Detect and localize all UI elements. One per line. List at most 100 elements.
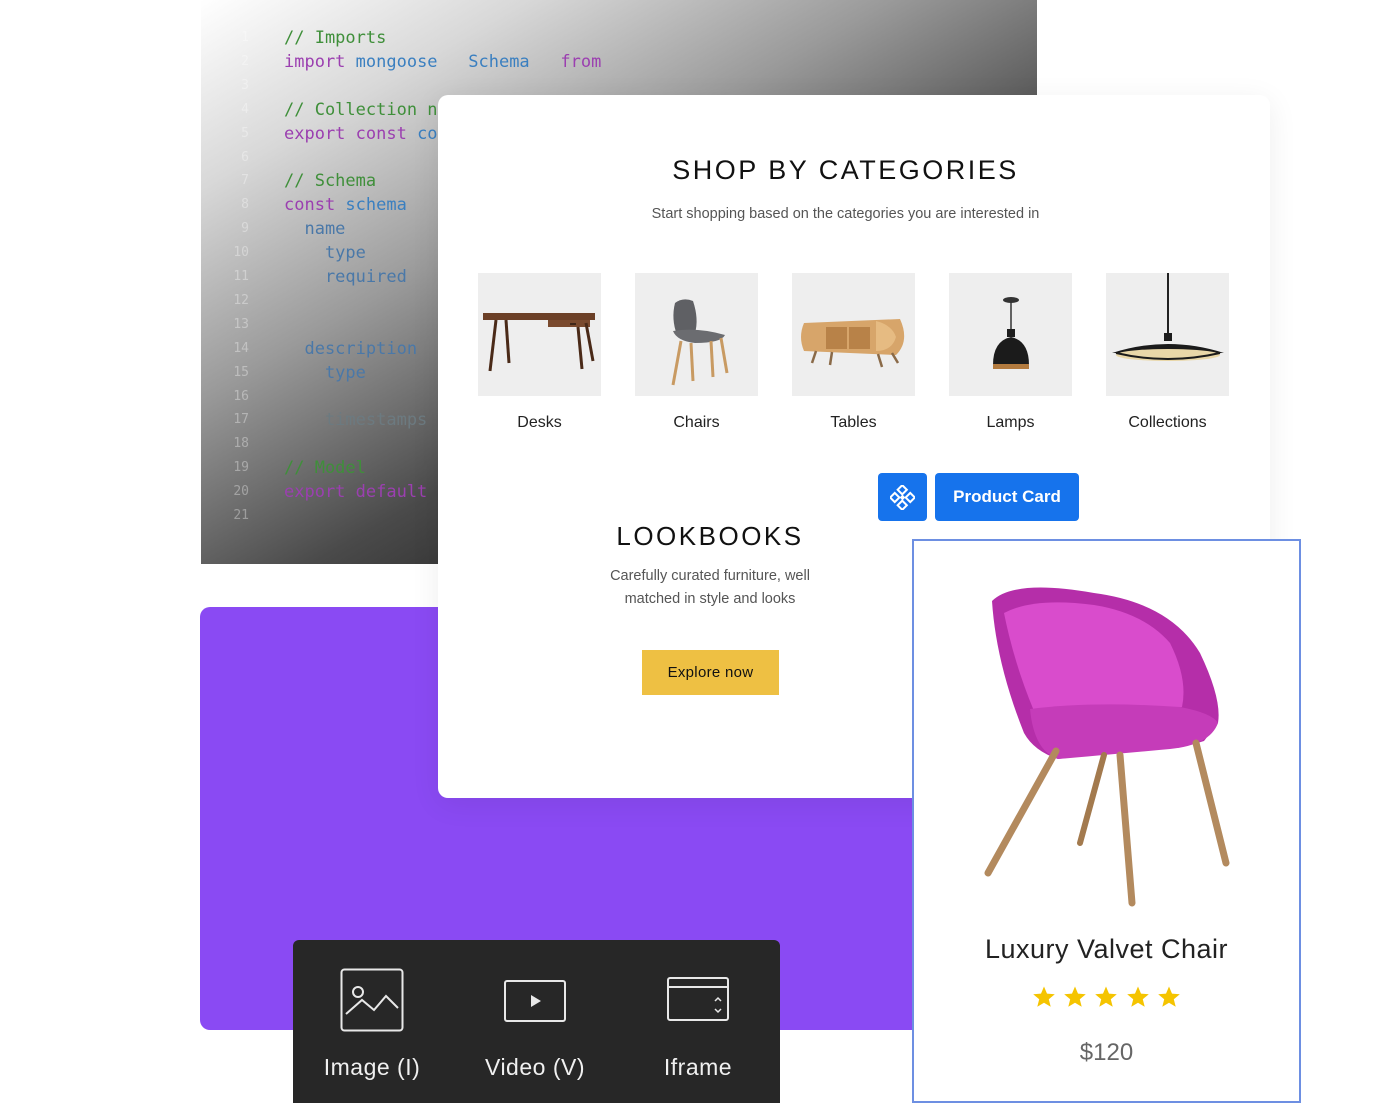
star-rating (1032, 985, 1192, 1013)
code-text: timestamps (284, 408, 427, 432)
star-icon (1095, 986, 1118, 1007)
iframe-icon (667, 977, 729, 1021)
code-token: // Model (284, 458, 366, 479)
chair-product-image[interactable] (974, 583, 1244, 913)
code-token: from (529, 51, 602, 72)
code-text: // Model (284, 456, 366, 480)
code-text: type (284, 361, 366, 385)
code-token: Schema (437, 51, 530, 72)
line-number: 16 (233, 388, 249, 404)
code-token: description (284, 338, 418, 359)
code-token: mongoose (355, 51, 438, 72)
code-line: 2 import mongoose Schema from (201, 50, 1037, 74)
explore-now-button[interactable]: Explore now (642, 650, 779, 695)
table-image[interactable] (792, 273, 915, 396)
product-card[interactable]: Luxury Valvet Chair $120 (912, 539, 1301, 1103)
component-icon-button[interactable] (878, 473, 927, 521)
code-text: type (284, 241, 366, 265)
code-token: schema (345, 195, 407, 216)
line-number: 7 (241, 173, 249, 189)
line-number: 3 (241, 77, 249, 93)
category-collections[interactable]: Collections (1106, 273, 1229, 432)
product-card-tag[interactable]: Product Card (935, 473, 1079, 521)
star-icon (1033, 986, 1055, 1007)
code-token: const (284, 195, 346, 216)
category-lamps[interactable]: Lamps (949, 273, 1072, 432)
video-icon (504, 980, 566, 1022)
product-price: $120 (1079, 1039, 1134, 1066)
code-token: co (417, 123, 438, 144)
line-number: 11 (233, 269, 249, 284)
product-name: Luxury Valvet Chair (984, 934, 1229, 964)
line-number: 21 (233, 508, 249, 523)
category-label: Lamps (986, 414, 1035, 431)
desk-image[interactable] (478, 273, 601, 396)
code-token: // Collection n (284, 99, 438, 120)
category-label: Collections (1128, 414, 1207, 431)
category-chairs[interactable]: Chairs (635, 273, 758, 432)
lamp-image[interactable] (949, 273, 1072, 396)
line-number: 20 (233, 484, 249, 500)
code-text: required (284, 265, 407, 289)
code-token: export const (284, 123, 418, 144)
component-icon (890, 485, 915, 510)
line-number: 8 (241, 197, 249, 213)
code-token: export default (284, 482, 428, 503)
code-text: const schema (284, 193, 407, 217)
shop-subtitle: Start shopping based on the categories y… (651, 206, 1040, 222)
code-text: // Schema (284, 169, 376, 193)
line-number: 5 (241, 125, 249, 141)
line-number: 18 (233, 436, 249, 452)
code-text: name (284, 217, 345, 241)
lookbooks-description: Carefully curated furniture, well matche… (570, 565, 850, 611)
chair-image[interactable] (635, 273, 758, 396)
code-text: // Imports (284, 26, 386, 50)
line-number: 12 (233, 292, 249, 308)
code-text: import mongoose Schema from (284, 50, 601, 74)
code-token: type (284, 243, 366, 264)
code-text: export const co (284, 122, 438, 146)
video-insert-button[interactable]: Video (V) (460, 968, 610, 1081)
code-token: // Schema (284, 171, 377, 192)
code-token: timestamps (284, 410, 428, 431)
code-text: description (284, 337, 417, 361)
star-icon (1126, 986, 1149, 1007)
code-text: export default (284, 480, 427, 504)
video-label: Video (V) (485, 1054, 585, 1080)
image-icon (340, 968, 404, 1032)
lookbooks-description-line: matched in style and looks (624, 591, 796, 607)
code-token: name (284, 219, 346, 240)
line-number: 2 (241, 53, 249, 69)
category-tables[interactable]: Tables (792, 273, 915, 432)
lookbooks-description-line: Carefully curated furniture, well (610, 568, 810, 584)
code-token: required (284, 267, 407, 287)
pendant-lamp-image[interactable] (1106, 273, 1229, 396)
iframe-label: Iframe (663, 1054, 733, 1080)
line-number: 14 (233, 340, 249, 356)
category-label: Chairs (673, 414, 720, 431)
line-number: 15 (233, 364, 249, 380)
star-icon (1157, 986, 1180, 1007)
code-token: type (284, 362, 366, 383)
line-number: 9 (241, 221, 249, 237)
line-number: 17 (233, 412, 249, 428)
line-number: 10 (233, 245, 249, 261)
category-desks[interactable]: Desks (478, 273, 601, 432)
line-number: 1 (241, 30, 249, 45)
line-number: 13 (233, 316, 249, 332)
star-icon (1064, 986, 1086, 1007)
image-label: Image (I) (323, 1054, 421, 1080)
lookbooks-title: LOOKBOOKS (616, 521, 804, 551)
category-label: Desks (517, 414, 562, 431)
media-toolbar: Image (I) Video (V) Iframe (293, 940, 780, 1103)
code-line: 1 // Imports (201, 26, 1037, 50)
code-token: // Imports (284, 28, 387, 48)
shop-title: SHOP BY CATEGORIES (672, 155, 1019, 185)
code-token: import (284, 51, 356, 72)
category-label: Tables (830, 414, 877, 431)
image-insert-button[interactable]: Image (I) (297, 968, 447, 1081)
line-number: 6 (241, 149, 249, 165)
line-number: 19 (233, 460, 249, 476)
iframe-insert-button[interactable]: Iframe (623, 968, 773, 1081)
line-number: 4 (241, 101, 249, 117)
